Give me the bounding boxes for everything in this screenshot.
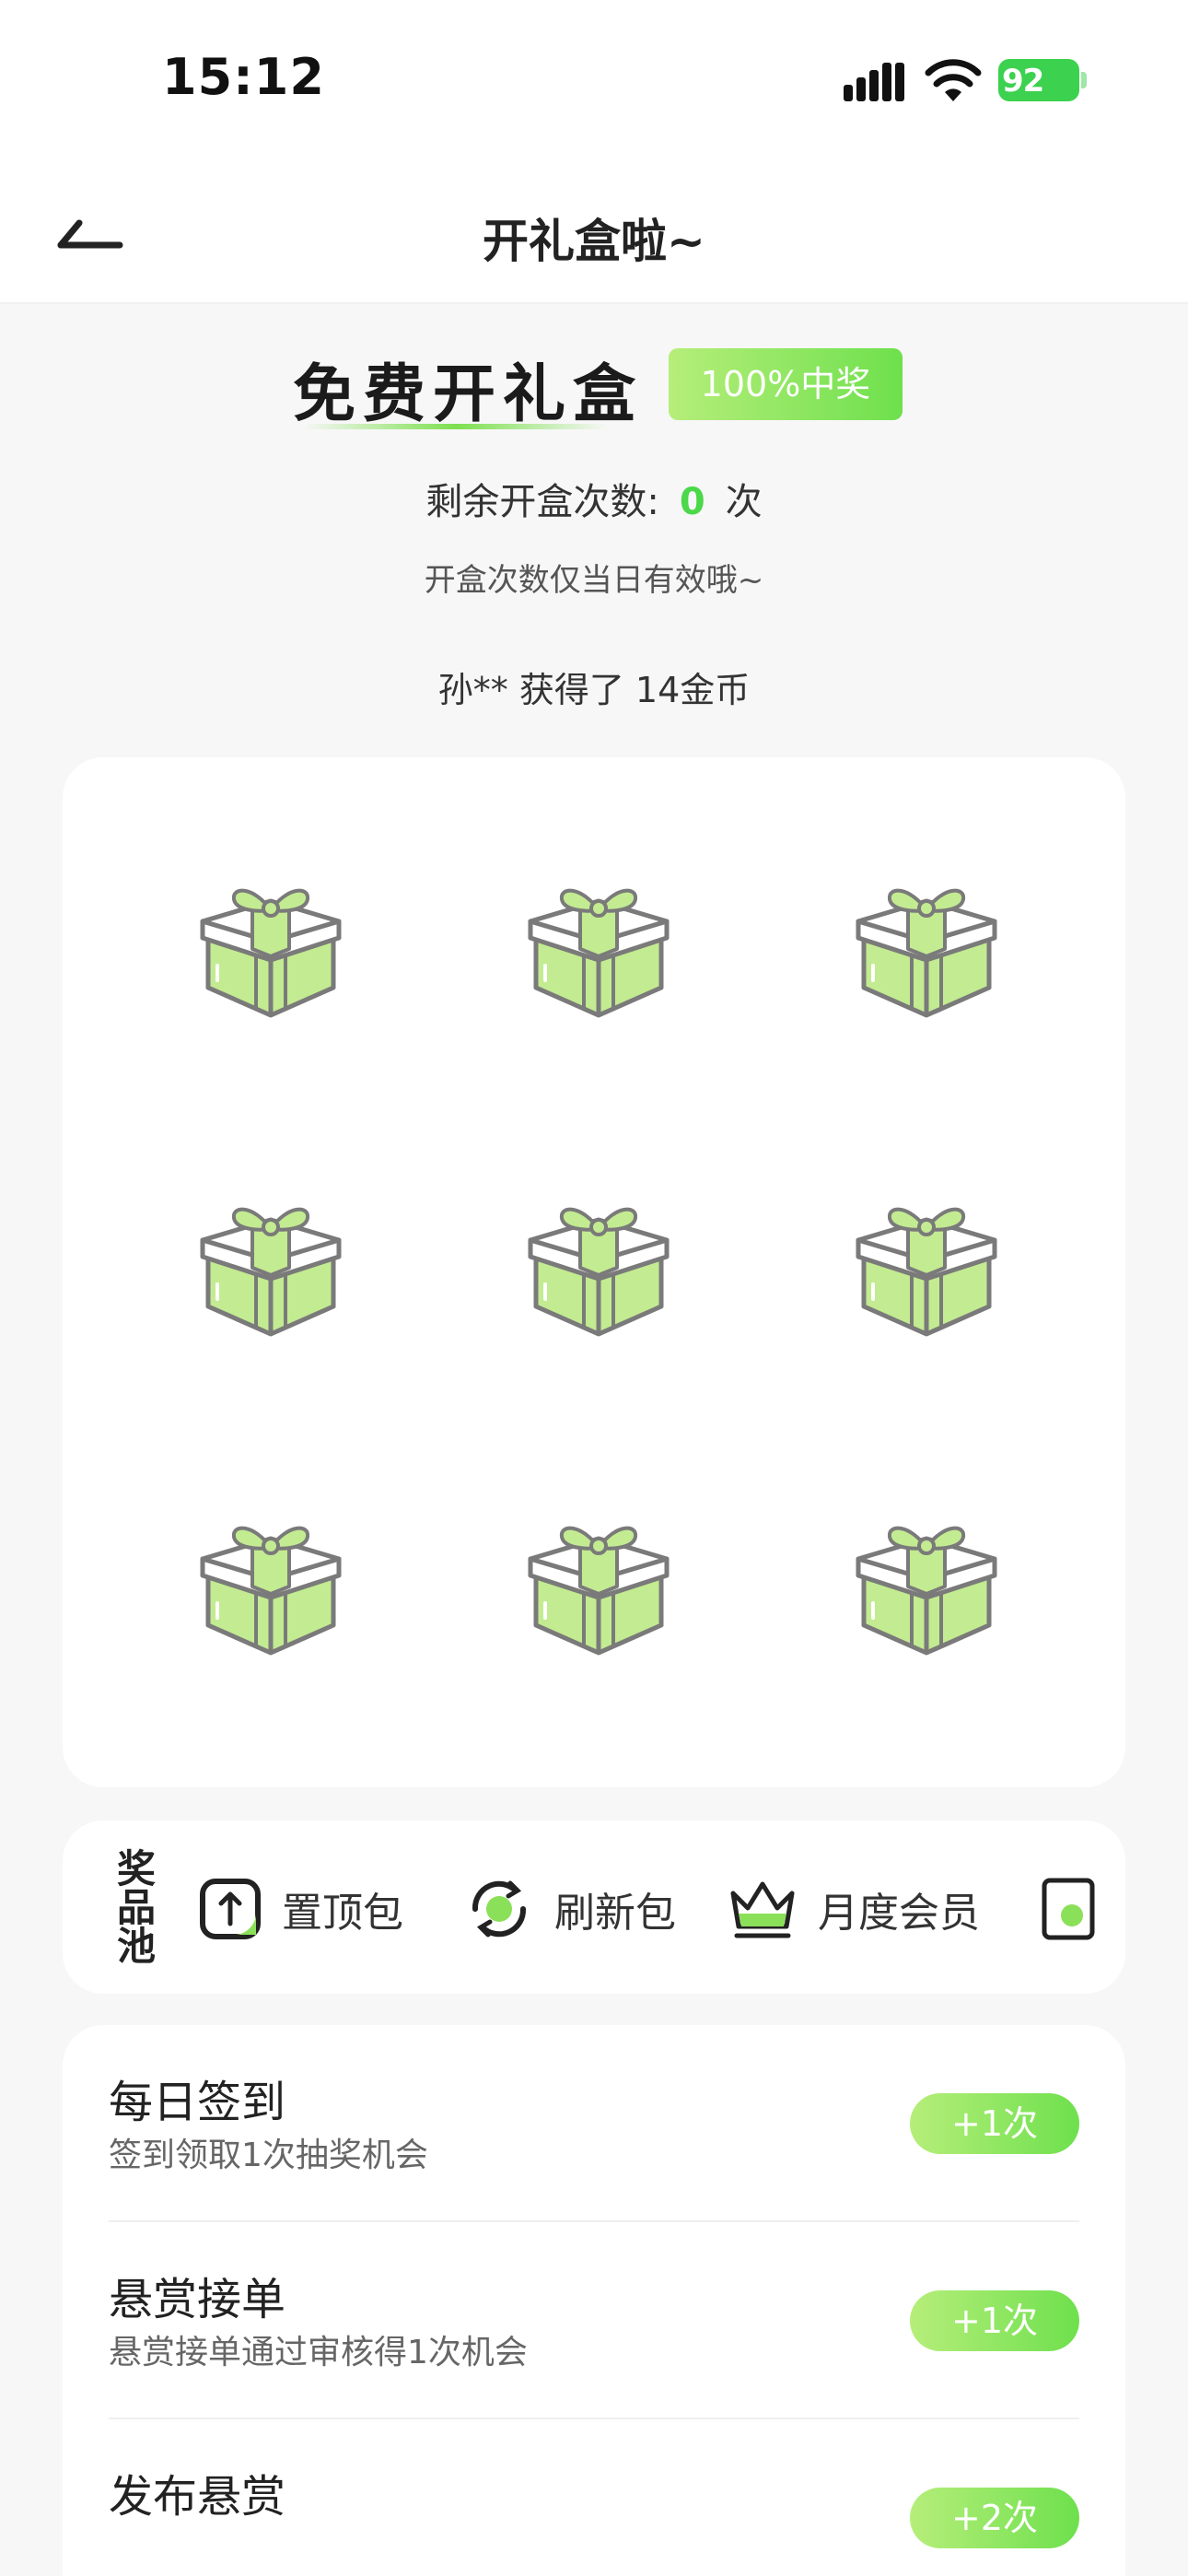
task-title: 悬赏接单 <box>109 2274 286 2325</box>
task-title: 每日签到 <box>109 2077 286 2128</box>
prize-item-pin-top: 置顶包 <box>199 1874 403 1944</box>
remaining-label: 剩余开盒次数: <box>425 481 659 523</box>
win-rate-badge: 100%中奖 <box>669 348 903 420</box>
gift-box-3[interactable] <box>855 877 998 1025</box>
status-time: 15:12 <box>162 48 325 106</box>
gift-box-icon <box>528 888 670 1018</box>
prize-item-refresh: 刷新包 <box>464 1874 676 1944</box>
prize-pool-card: 奖品池 置顶包 刷新包 月度会员 <box>63 1821 1125 1994</box>
prize-item-card <box>1041 1874 1096 1944</box>
task-item-daily-checkin: 每日签到 签到领取1次抽奖机会 +1次 <box>109 2025 1079 2222</box>
winner-notice: 孙** 获得了 14金币 <box>437 670 751 710</box>
gift-box-icon <box>528 1207 670 1337</box>
refresh-icon <box>472 1880 527 1938</box>
gift-box-1[interactable] <box>199 877 343 1025</box>
wifi-icon <box>925 59 982 101</box>
gift-box-icon <box>856 1207 997 1337</box>
gift-box-7[interactable] <box>199 1515 343 1662</box>
gift-box-icon <box>856 1526 997 1656</box>
remaining-unit: 次 <box>725 481 763 523</box>
validity-tip: 开盒次数仅当日有效哦~ <box>424 562 764 599</box>
gift-box-5[interactable] <box>527 1196 670 1343</box>
gift-box-icon <box>200 1207 342 1337</box>
prize-item-label: 刷新包 <box>554 1890 676 1937</box>
gift-box-icon <box>528 1526 670 1656</box>
task-title: 发布悬赏 <box>109 2471 286 2523</box>
battery-level: 92 <box>1002 63 1044 100</box>
remaining-number: 0 <box>679 481 705 523</box>
task-desc: 签到领取1次抽奖机会 <box>109 2137 428 2174</box>
prize-item-label: 置顶包 <box>282 1890 403 1937</box>
task-item-publish-bounty: 发布悬赏 +2次 <box>109 2419 1079 2576</box>
gift-box-4[interactable] <box>199 1196 343 1343</box>
gift-grid-card <box>63 757 1125 1787</box>
card-icon <box>1042 1878 1095 1940</box>
task-reward-button[interactable]: +2次 <box>910 2488 1079 2548</box>
crown-icon <box>730 1881 795 1938</box>
task-desc: 悬赏接单通过审核得1次机会 <box>109 2334 528 2371</box>
remaining-count: 剩余开盒次数: 0 次 <box>0 472 1188 525</box>
task-reward-button[interactable]: +1次 <box>910 2093 1079 2154</box>
cellular-signal-icon <box>844 63 904 101</box>
prize-item-crown: 月度会员 <box>728 1874 980 1944</box>
task-item-accept-bounty: 悬赏接单 悬赏接单通过审核得1次机会 +1次 <box>109 2222 1079 2419</box>
page-title: 开礼盒啦~ <box>483 215 705 268</box>
prize-pool-label: 奖品池 <box>116 1846 156 1969</box>
gift-box-icon <box>200 1526 342 1656</box>
battery-icon: 92 <box>998 59 1087 101</box>
gift-box-6[interactable] <box>855 1196 998 1343</box>
gift-box-9[interactable] <box>855 1515 998 1662</box>
gift-box-icon <box>856 888 997 1018</box>
prize-item-label: 月度会员 <box>818 1890 980 1937</box>
gift-box-8[interactable] <box>527 1515 670 1662</box>
gift-box-icon <box>200 888 342 1018</box>
pin-top-icon <box>200 1879 261 1939</box>
hero-underline <box>304 424 608 429</box>
hero-title: 免费开礼盒 <box>293 358 644 431</box>
task-list-card: 每日签到 签到领取1次抽奖机会 +1次 悬赏接单 悬赏接单通过审核得1次机会 +… <box>63 2025 1125 2576</box>
gift-box-2[interactable] <box>527 877 670 1025</box>
task-reward-button[interactable]: +1次 <box>910 2290 1079 2351</box>
